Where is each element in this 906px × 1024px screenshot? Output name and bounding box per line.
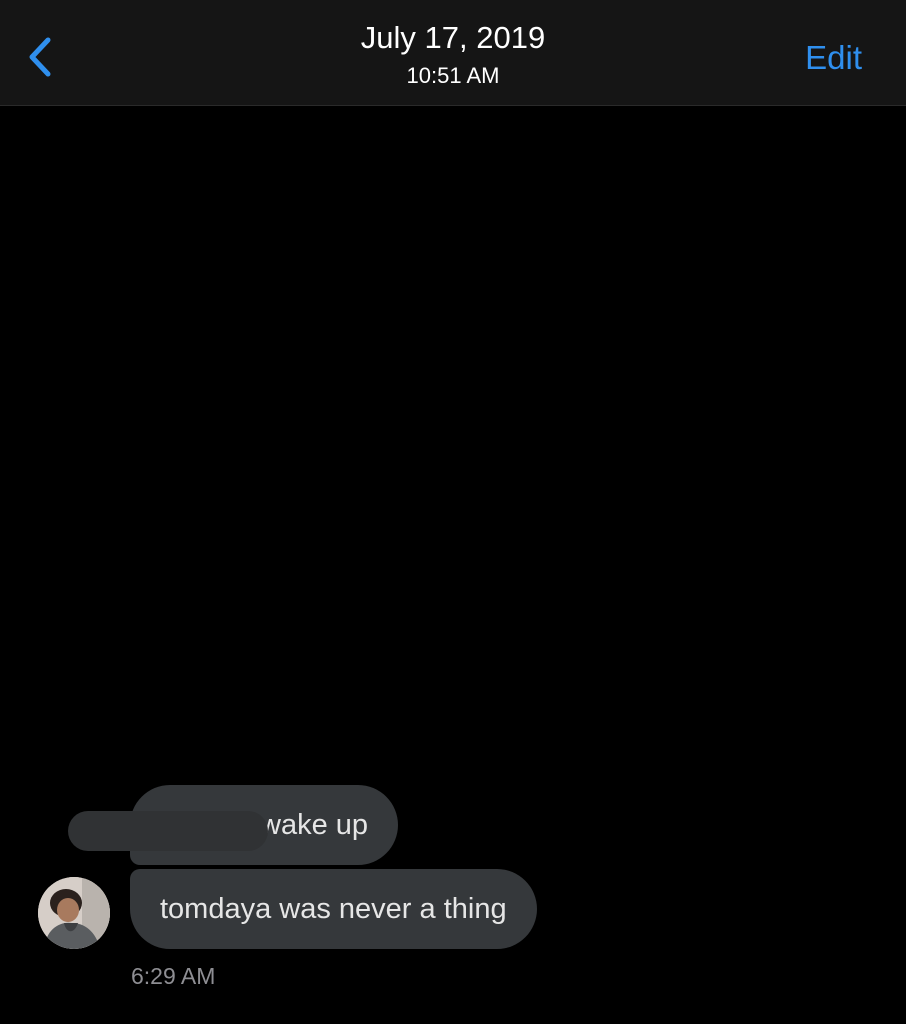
chevron-left-icon bbox=[29, 37, 51, 77]
title-time: 10:51 AM bbox=[406, 63, 500, 88]
reply-preview[interactable] bbox=[68, 811, 268, 851]
edit-button[interactable]: Edit bbox=[805, 36, 862, 80]
title-date: July 17, 2019 bbox=[360, 20, 546, 55]
message-bubble[interactable]: tomdaya was never a thing bbox=[130, 869, 537, 949]
message-thread[interactable]: wake up tomdaya was never a thing 6:29 A… bbox=[0, 106, 906, 1024]
message-text: wake up bbox=[260, 809, 369, 841]
nav-bar: July 17, 2019 10:51 AM Edit bbox=[0, 0, 906, 106]
conversation-title: July 17, 2019 10:51 AM bbox=[0, 18, 906, 94]
dm-screen: July 17, 2019 10:51 AM Edit wake up tomd… bbox=[0, 0, 906, 1024]
message-timestamp: 6:29 AM bbox=[131, 963, 216, 989]
back-button[interactable] bbox=[22, 32, 62, 82]
avatar[interactable] bbox=[38, 877, 110, 949]
message-text: tomdaya was never a thing bbox=[160, 893, 507, 925]
profile-photo bbox=[38, 877, 110, 949]
